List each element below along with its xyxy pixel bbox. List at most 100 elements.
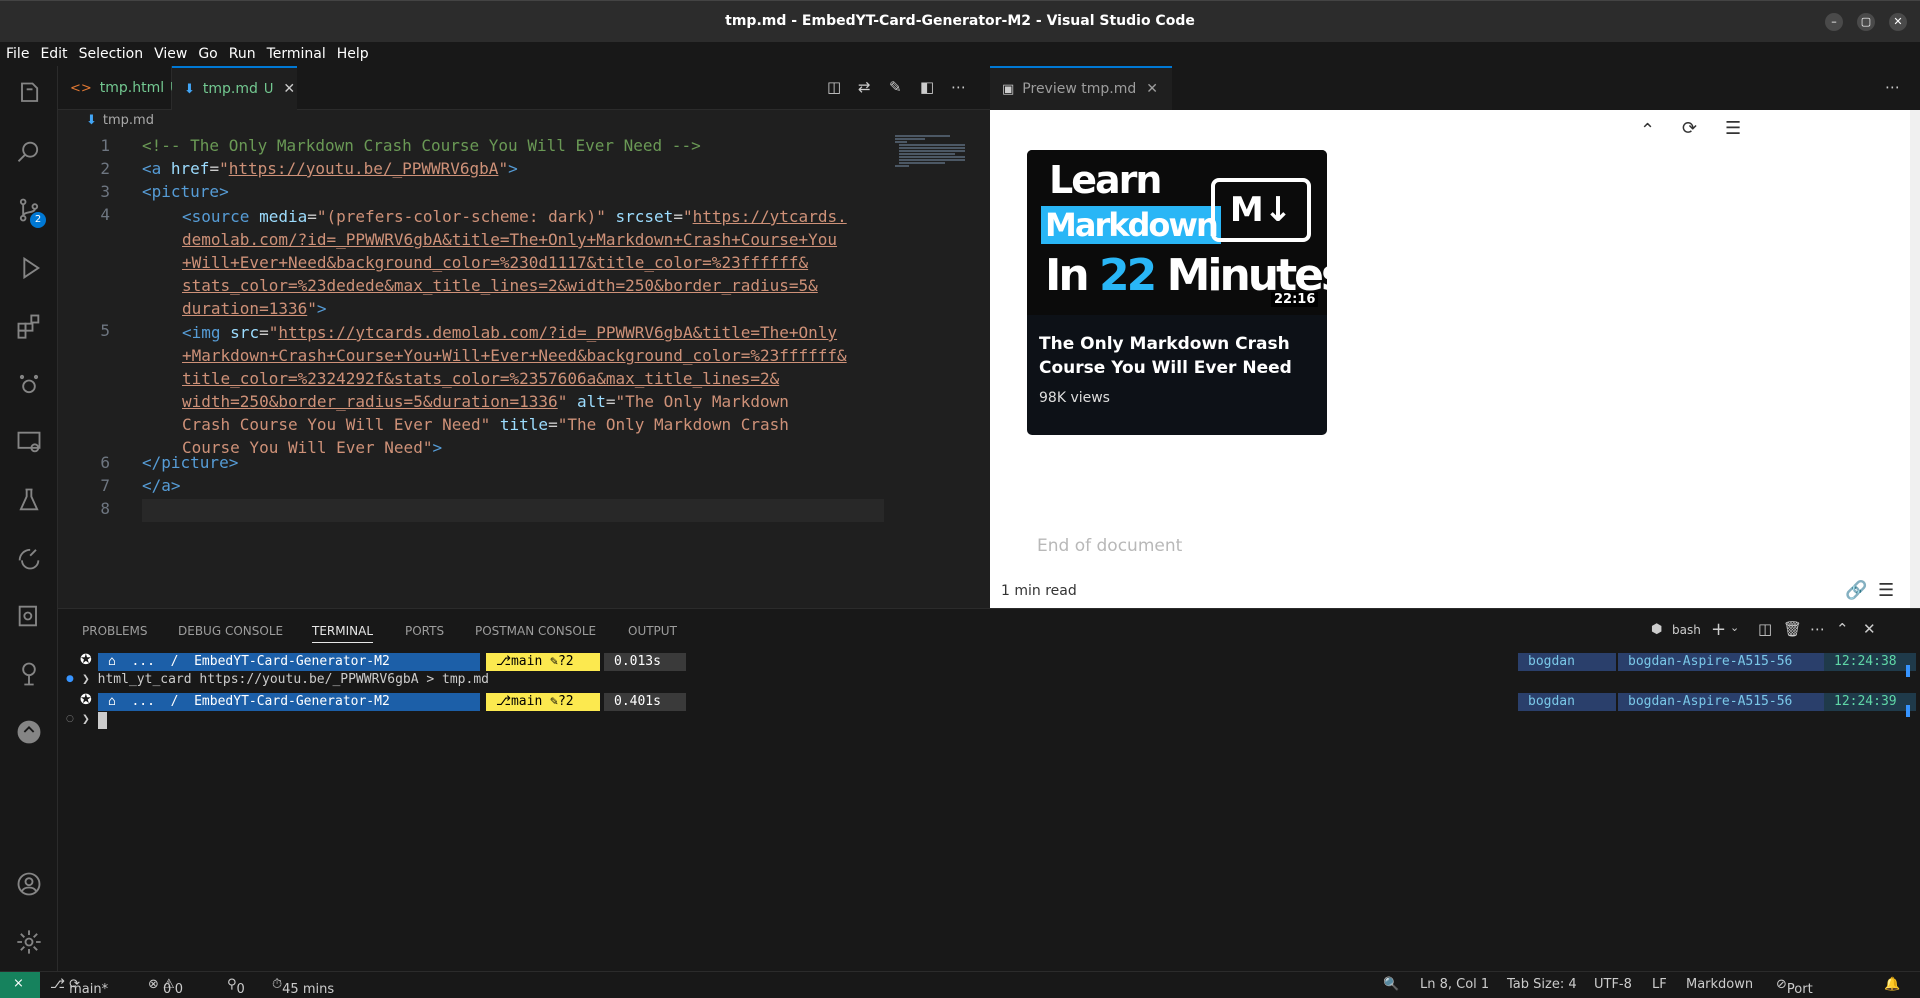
tab-problems[interactable]: PROBLEMS [82, 624, 148, 638]
docker-icon[interactable] [15, 602, 43, 630]
new-terminal-icon[interactable]: + [1711, 619, 1726, 640]
code-editor[interactable]: 1 2 3 4 5 6 7 8 <!-- The Only Markdown C… [58, 132, 990, 608]
chevron-down-icon[interactable]: ⌄ [1730, 621, 1739, 634]
tab-ports[interactable]: PORTS [405, 624, 444, 638]
line-number: 8 [100, 499, 110, 518]
read-time: 1 min read [1001, 583, 1077, 599]
line-ending[interactable]: LF [1652, 977, 1667, 992]
youtube-card[interactable]: Learn Markdown M↓ In 22 Minutes 22:16 Th… [1027, 150, 1327, 435]
close-panel-icon[interactable]: ✕ [1863, 620, 1876, 638]
chevron-up-icon[interactable]: ⌃ [1640, 120, 1655, 141]
more-actions-icon[interactable]: ⋯ [1885, 78, 1903, 96]
tab-output[interactable]: OUTPUT [628, 624, 677, 638]
menu-file[interactable]: File [6, 46, 29, 62]
prompt-clock-segment: 12:24:38 [1824, 653, 1916, 671]
tab-label: Preview tmp.md [1022, 81, 1137, 97]
tab-debug-console[interactable]: DEBUG CONSOLE [178, 624, 283, 638]
markdown-logo: M↓ [1211, 178, 1311, 242]
live-server-port[interactable]: ⊘ Port : 5500 [1776, 977, 1813, 998]
notifications-bell-icon[interactable]: 🔔 [1884, 977, 1900, 992]
tab-label: tmp.html [99, 80, 165, 96]
prompt-path-segment: ⌂ ... / EmbedYT-Card-Generator-M2 [98, 693, 480, 711]
kubernetes-icon[interactable] [15, 718, 43, 746]
ports-indicator[interactable]: ⚲ 0 [227, 977, 245, 997]
markdown-file-icon: ⬇ [184, 81, 195, 97]
compare-changes-icon[interactable]: ⇄ [858, 78, 876, 96]
minimize-button[interactable]: – [1825, 13, 1843, 31]
cursor-position[interactable]: Ln 8, Col 1 [1420, 977, 1489, 992]
menu-help[interactable]: Help [337, 46, 369, 62]
tab-tmp-html[interactable]: <> tmp.html U [58, 66, 180, 110]
menu-terminal[interactable]: Terminal [267, 46, 326, 62]
menu-edit[interactable]: Edit [40, 46, 67, 62]
remote-explorer-icon[interactable] [15, 428, 43, 456]
menu-run[interactable]: Run [229, 46, 256, 62]
preview-icon: ▣ [1002, 81, 1015, 97]
extensions-icon[interactable] [15, 312, 43, 340]
tab-tmp-md[interactable]: ⬇ tmp.md U ✕ [172, 66, 297, 110]
menu-icon[interactable]: ☰ [1878, 580, 1894, 601]
tab-size[interactable]: Tab Size: 4 [1507, 977, 1577, 992]
menu-bar: File Edit Selection View Go Run Terminal… [0, 42, 1920, 66]
thumb-markdown: Markdown [1041, 206, 1221, 244]
encoding[interactable]: UTF-8 [1594, 977, 1632, 992]
testing-robot-icon[interactable] [15, 370, 43, 398]
remote-indicator[interactable]: ⨯ [0, 972, 40, 998]
branch-indicator[interactable]: ⎇ main* ⟳ [50, 977, 108, 997]
wakatime-indicator[interactable]: ⏱ 45 mins Browsing, 28 mins Coding [272, 977, 346, 998]
menu-go[interactable]: Go [198, 46, 217, 62]
close-tab-icon[interactable]: ✕ [1146, 81, 1158, 97]
search-icon[interactable] [15, 138, 43, 166]
split-editor-icon[interactable]: ◧ [920, 78, 938, 96]
breadcrumb-file[interactable]: tmp.md [103, 113, 154, 128]
split-terminal-icon[interactable]: ◫ [1758, 620, 1772, 638]
command-pending-dot: ○ [66, 714, 74, 724]
remote-icon: ⨯ [13, 976, 24, 991]
breadcrumb[interactable]: ⬇ tmp.md [58, 110, 990, 132]
tab-terminal[interactable]: TERMINAL [312, 624, 374, 643]
toggle-edit-icon[interactable]: ✎ [889, 78, 907, 96]
menu-selection[interactable]: Selection [79, 46, 144, 62]
more-actions-icon[interactable]: ⋯ [1810, 620, 1825, 638]
explorer-icon[interactable] [15, 80, 43, 108]
live-share-icon[interactable] [15, 544, 43, 572]
code-line: <!-- The Only Markdown Crash Course You … [142, 136, 701, 155]
trash-icon[interactable]: 🗑 [1783, 620, 1802, 638]
prompt-time-segment: 0.013s [604, 653, 686, 671]
code-line: <source media="(prefers-color-scheme: da… [182, 207, 847, 318]
code-line: </picture> [142, 453, 239, 472]
restore-button[interactable]: ▢ [1857, 13, 1875, 31]
outline-list-icon[interactable]: ☰ [1725, 118, 1741, 139]
open-preview-icon[interactable]: ◫ [827, 78, 845, 96]
current-line-highlight [142, 499, 884, 522]
markdown-file-icon: ⬇ [86, 113, 97, 128]
maximize-panel-icon[interactable]: ⌃ [1836, 620, 1849, 638]
card-views: 98K views [1039, 390, 1110, 406]
accounts-icon[interactable] [15, 870, 43, 898]
editor-tabs: <> tmp.html U ⬇ tmp.md U ✕ ◫ ⇄ ✎ ◧ ⋯ [58, 66, 990, 110]
preview-scrollbar[interactable] [1910, 110, 1920, 608]
zoom-icon[interactable]: 🔍 [1383, 977, 1399, 992]
run-debug-icon[interactable] [15, 254, 43, 282]
prompt-path-segment: ⌂ ... / EmbedYT-Card-Generator-M2 [98, 653, 480, 671]
problems-indicator[interactable]: ⊗ 0 ⚠ 0 [148, 977, 183, 997]
more-actions-icon[interactable]: ⋯ [951, 78, 969, 96]
scroll-marker [1906, 665, 1910, 677]
git-graph-icon[interactable] [15, 660, 43, 688]
refresh-icon[interactable]: ⟳ [1682, 118, 1697, 139]
preview-tabs: ▣ Preview tmp.md ✕ ⋯ [990, 66, 1920, 110]
menu-view[interactable]: View [154, 46, 187, 62]
minimap[interactable] [895, 134, 970, 168]
tab-postman-console[interactable]: POSTMAN CONSOLE [475, 624, 596, 638]
line-number: 1 [100, 136, 110, 155]
settings-gear-icon[interactable] [15, 928, 43, 956]
link-icon[interactable]: 🔗 [1845, 580, 1867, 601]
flask-icon[interactable] [15, 486, 43, 514]
line-number: 7 [100, 476, 110, 495]
terminal-shell[interactable]: bash [1672, 623, 1701, 637]
language-mode[interactable]: Markdown [1686, 977, 1753, 992]
os-logo-icon: ✪ [80, 652, 92, 668]
close-button[interactable]: ✕ [1889, 13, 1907, 31]
close-tab-icon[interactable]: ✕ [283, 81, 295, 97]
tab-preview[interactable]: ▣ Preview tmp.md ✕ [990, 66, 1172, 110]
